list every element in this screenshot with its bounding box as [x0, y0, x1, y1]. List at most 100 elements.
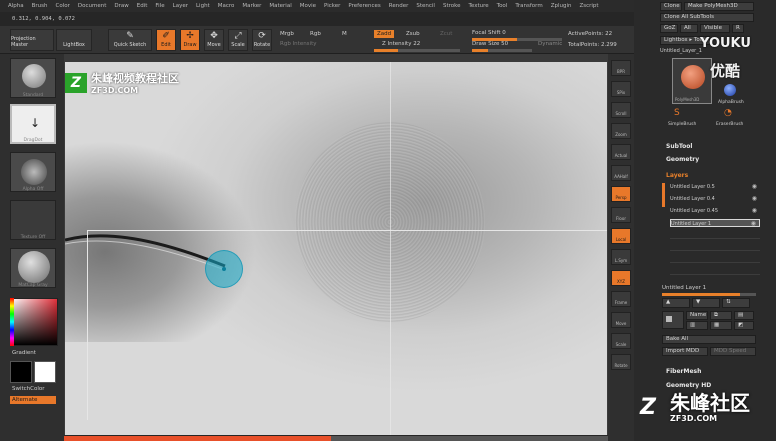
current-layer-slider[interactable]: Untitled Layer 1 — [662, 285, 706, 291]
bake-all-button[interactable]: Bake All — [662, 335, 756, 344]
shelf-zoom-button[interactable]: Zoom — [611, 123, 631, 139]
alternate-button[interactable]: Alternate — [10, 396, 56, 404]
make-polymesh-button[interactable]: Make PolyMesh3D — [684, 2, 754, 11]
layer-visibility-icon[interactable]: ◉ — [752, 207, 757, 215]
shelf-scale-button[interactable]: Scale — [611, 333, 631, 349]
document-canvas[interactable]: Z 朱峰视频教程社区 ZF3D.COM — [65, 62, 607, 435]
brush-thumbnail[interactable]: Standard — [10, 58, 56, 98]
mrgb-toggle[interactable]: Mrgb — [280, 31, 294, 37]
gradient-label[interactable]: Gradient — [12, 350, 36, 356]
menu-item-macro[interactable]: Macro — [218, 3, 235, 9]
zcut-toggle[interactable]: Zcut — [440, 31, 452, 37]
layers-scrollbar[interactable] — [662, 183, 665, 207]
alpha-brush-icon[interactable] — [724, 84, 736, 96]
menu-item-alpha[interactable]: Alpha — [8, 3, 24, 9]
layer-up-button[interactable]: ▲ — [662, 298, 690, 308]
menu-item-render[interactable]: Render — [389, 3, 409, 9]
shelf-move-button[interactable]: Move — [611, 312, 631, 328]
quick-sketch-button[interactable]: ✎ Quick Sketch — [108, 29, 152, 51]
shelf-lsym-button[interactable]: L.Sym — [611, 249, 631, 265]
scale-button[interactable]: ⤢ Scale — [228, 29, 248, 51]
import-mdd-button[interactable]: Import MDD — [662, 347, 708, 356]
focal-shift-slider[interactable]: Focal Shift 0 — [472, 30, 506, 36]
menu-item-stroke[interactable]: Stroke — [443, 3, 461, 9]
rgb-intensity-slider[interactable]: Rgb Intensity — [280, 41, 317, 47]
layer-row[interactable]: Untitled Layer 0.5 ◉ — [670, 183, 760, 191]
layer-down-button[interactable]: ▼ — [692, 298, 720, 308]
move-button[interactable]: ✥ Move — [204, 29, 224, 51]
rgb-toggle[interactable]: Rgb — [310, 31, 321, 37]
menu-item-stencil[interactable]: Stencil — [416, 3, 435, 9]
menu-item-preferences[interactable]: Preferences — [348, 3, 380, 9]
layer-duplicate-button[interactable]: ⧉ — [710, 311, 732, 320]
menu-item-zscript[interactable]: Zscript — [579, 3, 598, 9]
shelf-rotate-button[interactable]: Rotate — [611, 354, 631, 370]
draw-size-slider[interactable]: Draw Size 50 — [472, 41, 508, 47]
shelf-local-button[interactable]: Local — [611, 228, 631, 244]
color-picker[interactable] — [10, 298, 58, 346]
current-tool-thumbnail[interactable]: PolyMesh3D — [672, 58, 712, 104]
clone-all-subtools-button[interactable]: Clone All SubTools — [660, 13, 754, 22]
subtool-section[interactable]: SubTool — [666, 143, 692, 150]
z-intensity-slider[interactable]: Z Intensity 22 — [382, 41, 420, 47]
current-layer-track[interactable] — [662, 293, 756, 296]
shelf-aahalf-button[interactable]: AAHalf — [611, 165, 631, 181]
zsub-toggle[interactable]: Zsub — [406, 31, 420, 37]
mdd-speed-slider[interactable]: MDD Speed — [710, 347, 756, 356]
menu-item-layer[interactable]: Layer — [173, 3, 188, 9]
projection-master-button[interactable]: Projection Master — [10, 29, 54, 51]
menu-item-brush[interactable]: Brush — [32, 3, 48, 9]
dynamic-toggle[interactable]: Dynamic — [538, 41, 562, 47]
geometry-section[interactable]: Geometry — [666, 156, 699, 163]
material-thumbnail[interactable]: MatCap Gray — [10, 248, 56, 288]
menu-item-document[interactable]: Document — [78, 3, 107, 9]
primary-color-swatch[interactable] — [10, 361, 32, 383]
menu-item-file[interactable]: File — [155, 3, 164, 9]
all-button[interactable]: All — [680, 24, 698, 33]
layer-import-button[interactable]: ▦ — [710, 321, 732, 330]
clone-button[interactable]: Clone — [660, 2, 682, 11]
layer-delete-button[interactable]: ▤ — [734, 311, 754, 320]
r-button[interactable]: R — [732, 24, 744, 33]
menu-item-tool[interactable]: Tool — [497, 3, 508, 9]
switch-color-button[interactable]: SwitchColor — [12, 386, 45, 392]
m-toggle[interactable]: M — [342, 31, 347, 37]
shelf-frame-button[interactable]: Frame — [611, 291, 631, 307]
menu-item-light[interactable]: Light — [196, 3, 210, 9]
z-intensity-track[interactable] — [374, 49, 460, 52]
rotate-button[interactable]: ⟳ Rotate — [252, 29, 272, 51]
layer-row[interactable]: Untitled Layer 1 ◉ — [670, 219, 760, 227]
goz-button[interactable]: GoZ — [660, 24, 678, 33]
menu-item-marker[interactable]: Marker — [242, 3, 261, 9]
geometry-hd-section[interactable]: Geometry HD — [666, 382, 711, 389]
zadd-toggle[interactable]: Zadd — [374, 30, 395, 38]
layer-merge-button[interactable]: ▥ — [686, 321, 708, 330]
shelf-persp-button[interactable]: Persp — [611, 186, 631, 202]
menu-item-movie[interactable]: Movie — [300, 3, 316, 9]
alpha-thumbnail[interactable]: Alpha Off — [10, 152, 56, 192]
layer-row[interactable]: Untitled Layer 0.45 ◉ — [670, 207, 760, 215]
texture-thumbnail[interactable]: Texture Off — [10, 200, 56, 240]
fibermesh-section[interactable]: FiberMesh — [666, 368, 701, 375]
menu-item-texture[interactable]: Texture — [469, 3, 489, 9]
layer-name-button[interactable]: Name — [686, 311, 708, 320]
shelf-floor-button[interactable]: Floor — [611, 207, 631, 223]
menu-item-edit[interactable]: Edit — [137, 3, 148, 9]
menu-item-material[interactable]: Material — [269, 3, 291, 9]
simple-brush-icon[interactable]: S — [674, 108, 680, 118]
layer-visibility-icon[interactable]: ◉ — [752, 183, 757, 191]
visible-button[interactable]: Visible — [700, 24, 730, 33]
stroke-thumbnail[interactable]: ↓ DragDot — [10, 104, 56, 144]
shelf-actual-button[interactable]: Actual — [611, 144, 631, 160]
shelf-bpr-button[interactable]: BPR — [611, 60, 631, 76]
menu-item-color[interactable]: Color — [56, 3, 70, 9]
eraser-brush-icon[interactable]: ◔ — [724, 108, 732, 118]
shelf-scroll-button[interactable]: Scroll — [611, 102, 631, 118]
layers-section[interactable]: Layers — [666, 172, 688, 179]
layer-recolor-button[interactable]: ◩ — [734, 321, 754, 330]
layer-record-button[interactable] — [662, 311, 684, 329]
menu-item-transform[interactable]: Transform — [515, 3, 542, 9]
menu-item-draw[interactable]: Draw — [114, 3, 128, 9]
draw-button[interactable]: ✢ Draw — [180, 29, 200, 51]
layer-visibility-icon[interactable]: ◉ — [751, 220, 756, 228]
